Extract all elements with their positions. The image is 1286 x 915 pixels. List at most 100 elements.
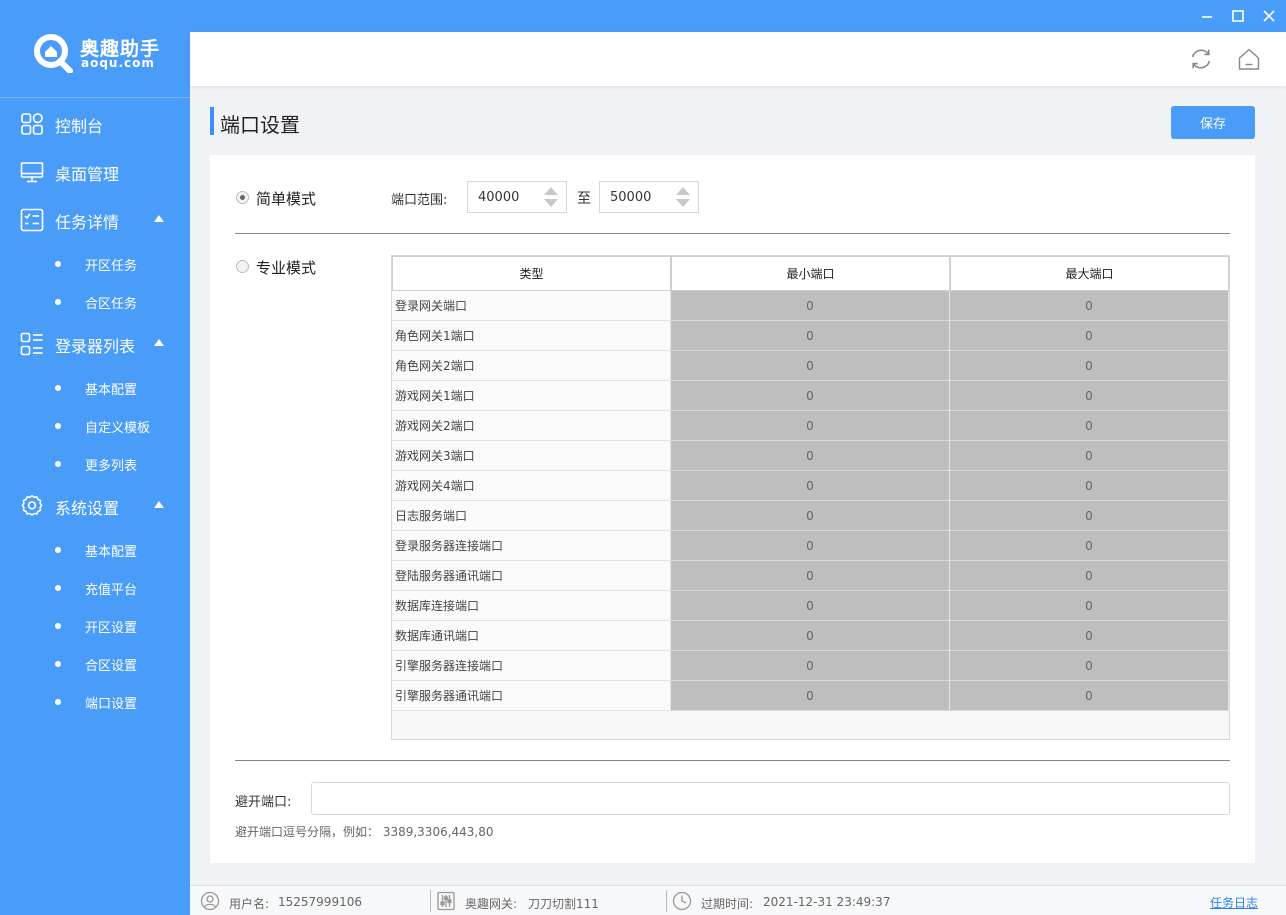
table-row: 引擎服务器连接端口 0 0 [392, 651, 1229, 681]
minimize-button[interactable] [1192, 0, 1222, 32]
sidebar-item-tasks[interactable]: 任务详情 [0, 203, 190, 237]
max-port-cell[interactable]: 0 [950, 651, 1229, 681]
table-row: 数据库通讯端口 0 0 [392, 621, 1229, 651]
bullet-icon [55, 623, 61, 629]
close-button[interactable] [1254, 0, 1284, 32]
simple-mode-label[interactable]: 简单模式 [256, 188, 316, 209]
max-port-cell[interactable]: 0 [950, 531, 1229, 561]
max-port-cell[interactable]: 0 [950, 681, 1229, 711]
table-row: 游戏网关3端口 0 0 [392, 441, 1229, 471]
min-port-cell[interactable]: 0 [671, 411, 950, 441]
sidebar-subitem-open-server-task[interactable]: 开区任务 [0, 249, 190, 279]
port-range-label: 端口范围: [391, 193, 448, 208]
port-range-from-input[interactable]: 40000 [467, 181, 567, 213]
sidebar-subitem-label: 更多列表 [85, 459, 138, 474]
max-port-cell[interactable]: 0 [950, 321, 1229, 351]
sidebar-subitem-custom-template[interactable]: 自定义模板 [0, 411, 190, 441]
min-port-cell[interactable]: 0 [671, 351, 950, 381]
sidebar-subitem-recharge-platform[interactable]: 充值平台 [0, 573, 190, 603]
spin-up-icon[interactable] [544, 187, 558, 195]
sidebar-subitem-label: 开区任务 [85, 259, 138, 274]
spin-down-icon[interactable] [544, 199, 558, 207]
sidebar-item-desktop[interactable]: 桌面管理 [0, 155, 190, 189]
port-type-cell: 角色网关1端口 [392, 321, 671, 351]
task-log-link[interactable]: 任务日志 [1210, 894, 1258, 911]
table-row: 登录网关端口 0 0 [392, 291, 1229, 321]
max-port-cell[interactable]: 0 [950, 441, 1229, 471]
min-port-cell[interactable]: 0 [671, 291, 950, 321]
max-port-cell[interactable]: 0 [950, 501, 1229, 531]
max-port-cell[interactable]: 0 [950, 561, 1229, 591]
home-icon[interactable] [1236, 46, 1262, 72]
collapse-caret-icon[interactable] [154, 339, 164, 346]
expire-label: 过期时间: [701, 897, 754, 911]
sidebar-item-label: 任务详情 [55, 213, 120, 232]
port-range-to-value: 50000 [610, 190, 652, 205]
pro-mode-label[interactable]: 专业模式 [256, 257, 316, 278]
max-port-cell[interactable]: 0 [950, 351, 1229, 381]
bullet-icon [55, 385, 61, 391]
port-type-cell: 登录网关端口 [392, 291, 671, 321]
pro-mode-radio[interactable] [236, 260, 249, 273]
refresh-icon[interactable] [1188, 46, 1214, 72]
min-port-cell[interactable]: 0 [671, 621, 950, 651]
sidebar-subitem-merge-server-settings[interactable]: 合区设置 [0, 649, 190, 679]
max-port-cell[interactable]: 0 [950, 411, 1229, 441]
min-port-cell[interactable]: 0 [671, 591, 950, 621]
sidebar-subitem-merge-server-task[interactable]: 合区任务 [0, 287, 190, 317]
max-port-cell[interactable]: 0 [950, 621, 1229, 651]
sidebar-item-label: 桌面管理 [55, 165, 120, 184]
maximize-button[interactable] [1223, 0, 1253, 32]
max-port-cell[interactable]: 0 [950, 471, 1229, 501]
save-button[interactable]: 保存 [1171, 106, 1255, 139]
port-type-cell: 引擎服务器通讯端口 [392, 681, 671, 711]
min-port-cell[interactable]: 0 [671, 501, 950, 531]
dashboard-icon [21, 113, 43, 135]
min-port-cell[interactable]: 0 [671, 681, 950, 711]
status-separator [666, 890, 667, 912]
bullet-icon [55, 423, 61, 429]
collapse-caret-icon[interactable] [154, 501, 164, 508]
sidebar-item-system-settings[interactable]: 系统设置 [0, 489, 190, 523]
min-port-cell[interactable]: 0 [671, 471, 950, 501]
monitor-icon [20, 162, 44, 183]
min-port-cell[interactable]: 0 [671, 531, 950, 561]
min-port-cell[interactable]: 0 [671, 441, 950, 471]
page-title: 端口设置 [220, 113, 300, 137]
sidebar-subitem-basic-config[interactable]: 基本配置 [0, 373, 190, 403]
min-port-cell[interactable]: 0 [671, 321, 950, 351]
table-row: 日志服务端口 0 0 [392, 501, 1229, 531]
status-separator [430, 890, 431, 912]
simple-mode-radio[interactable] [236, 191, 249, 204]
sidebar-item-launcher-list[interactable]: 登录器列表 [0, 327, 190, 361]
sidebar-subitem-label: 合区任务 [85, 297, 138, 312]
max-port-cell[interactable]: 0 [950, 381, 1229, 411]
port-type-cell: 角色网关2端口 [392, 351, 671, 381]
sidebar-subitem-system-basic-config[interactable]: 基本配置 [0, 535, 190, 565]
spin-up-icon[interactable] [676, 187, 690, 195]
max-port-cell[interactable]: 0 [950, 291, 1229, 321]
sidebar-subitem-open-server-settings[interactable]: 开区设置 [0, 611, 190, 641]
minimize-icon [1202, 16, 1212, 18]
port-range-to-input[interactable]: 50000 [599, 181, 699, 213]
sidebar-subitem-more-lists[interactable]: 更多列表 [0, 449, 190, 479]
table-row: 数据库连接端口 0 0 [392, 591, 1229, 621]
section-divider [235, 760, 1230, 761]
collapse-caret-icon[interactable] [154, 215, 164, 222]
max-port-cell[interactable]: 0 [950, 591, 1229, 621]
sidebar-subitem-label: 开区设置 [85, 621, 138, 636]
port-table: 类型 最小端口 最大端口 登录网关端口 0 0 角色网关1端口 0 0 角色网关2端口 0 0 游… [391, 255, 1230, 740]
min-port-cell[interactable]: 0 [671, 381, 950, 411]
sidebar-subitem-port-settings[interactable]: 端口设置 [0, 687, 190, 717]
spin-down-icon[interactable] [676, 199, 690, 207]
avoid-ports-input[interactable] [311, 782, 1230, 815]
title-bar [190, 0, 1286, 32]
port-type-cell: 游戏网关2端口 [392, 411, 671, 441]
min-port-cell[interactable]: 0 [671, 561, 950, 591]
status-bar: 用户名: 15257999106 奥趣网关: 刀刀切割111 过期时间: 202… [190, 885, 1286, 915]
min-port-cell[interactable]: 0 [671, 651, 950, 681]
sidebar-item-dashboard[interactable]: 控制台 [0, 107, 190, 141]
bullet-icon [55, 699, 61, 705]
expire-value: 2021-12-31 23:49:37 [763, 895, 891, 909]
port-type-cell: 日志服务端口 [392, 501, 671, 531]
